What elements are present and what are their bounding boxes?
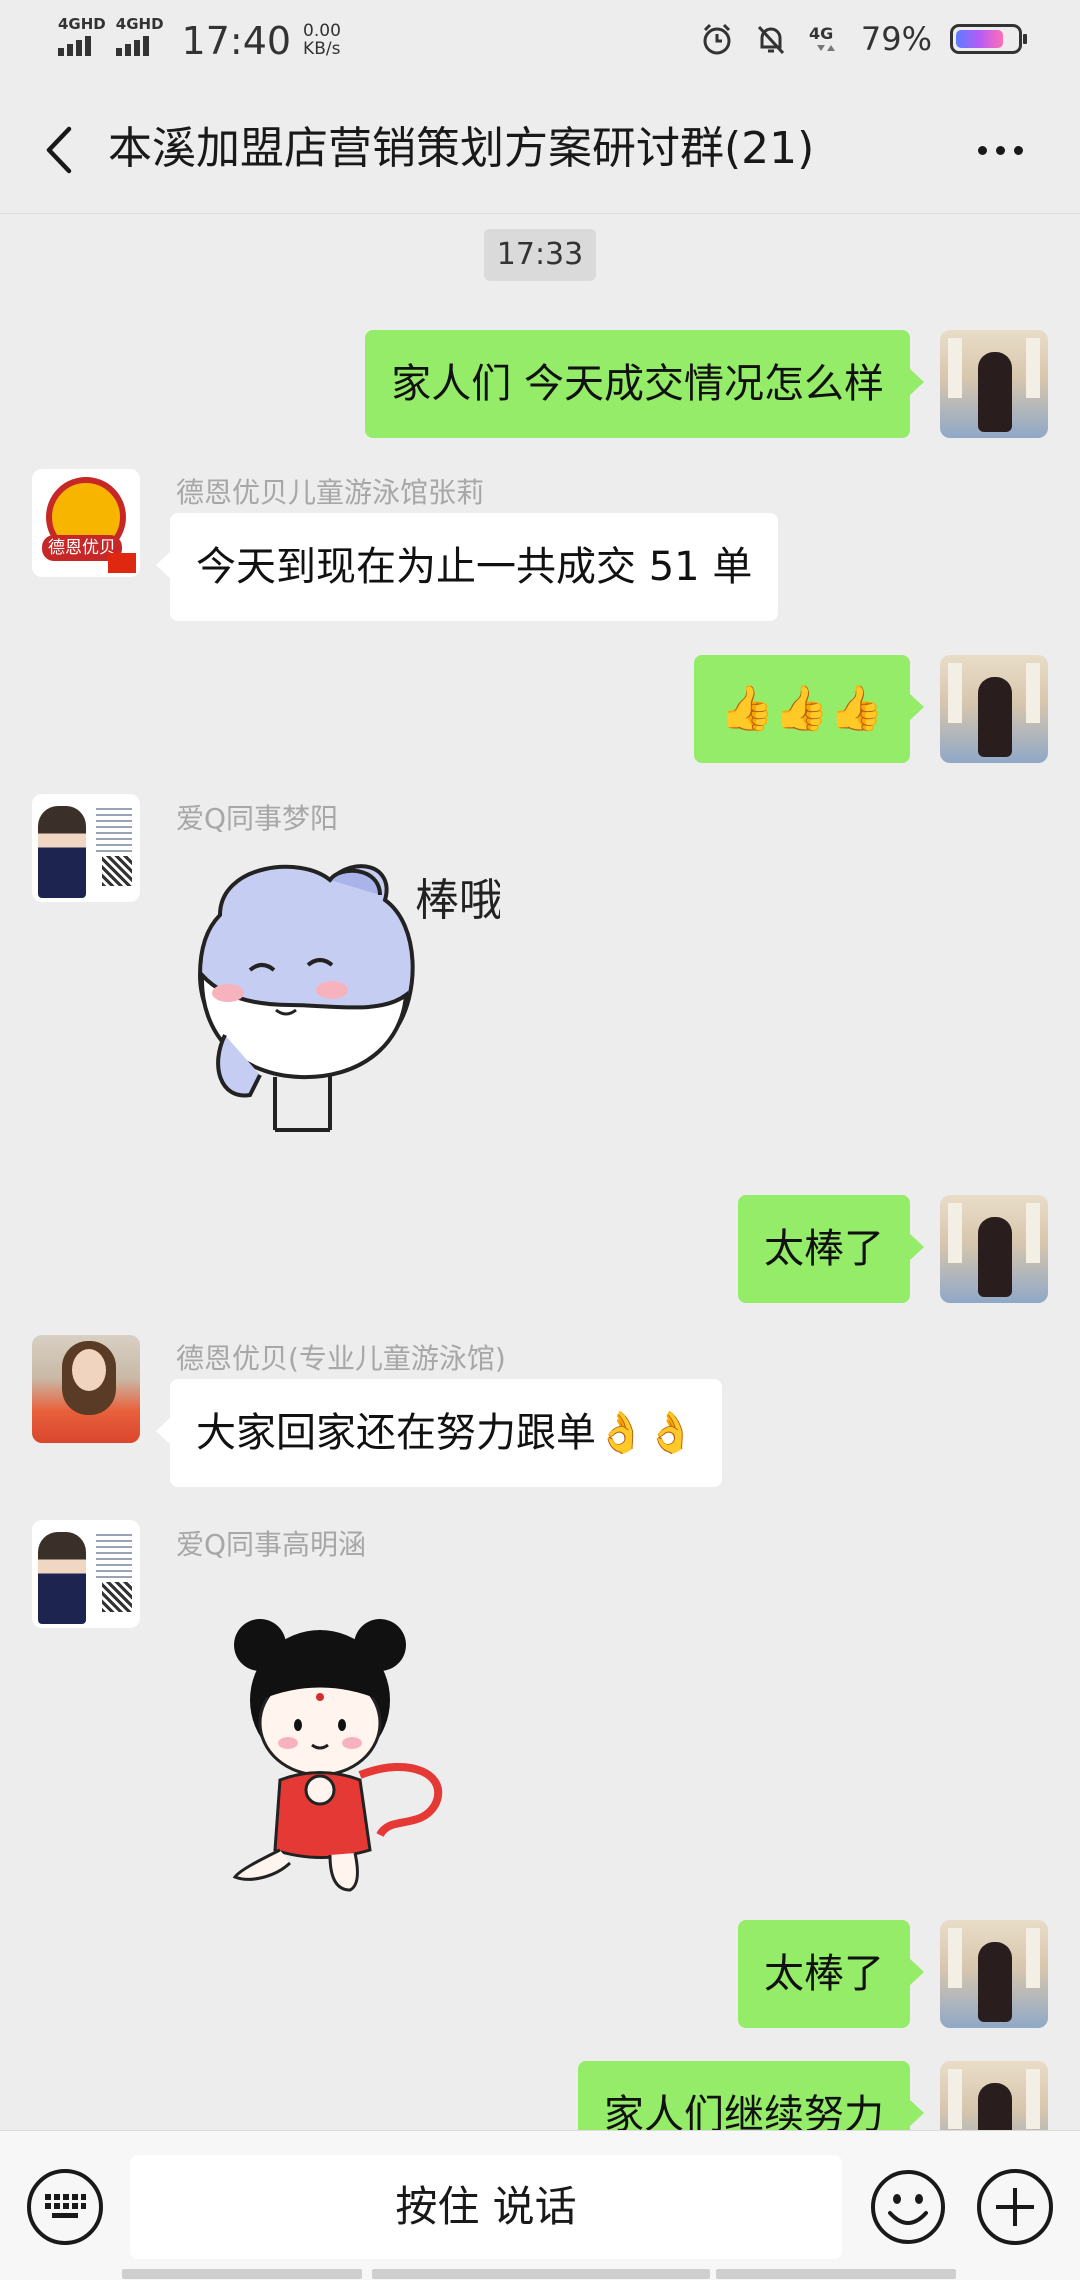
sender-name: 德恩优贝(专业儿童游泳馆) bbox=[176, 1342, 506, 1375]
sender-avatar[interactable] bbox=[32, 1335, 140, 1443]
outgoing-message-bubble[interactable]: 家人们 今天成交情况怎么样 bbox=[365, 330, 924, 438]
nav-indicator bbox=[122, 2269, 362, 2279]
keyboard-button[interactable] bbox=[27, 2169, 103, 2245]
incoming-message-bubble[interactable]: 今天到现在为止一共成交 51 单 bbox=[155, 513, 779, 621]
more-dot-icon bbox=[995, 145, 1005, 155]
status-right: 4G 79% bbox=[699, 20, 1027, 58]
self-avatar[interactable] bbox=[940, 655, 1048, 763]
sender-avatar[interactable] bbox=[32, 794, 140, 902]
signal-bars-icon bbox=[58, 34, 91, 56]
sim1-signal: 4GHD bbox=[58, 16, 106, 56]
sim2-label: 4GHD bbox=[115, 15, 164, 33]
bunny-sticker[interactable]: 棒哦~ bbox=[180, 845, 500, 1165]
self-avatar[interactable] bbox=[940, 330, 1048, 438]
mute-bell-icon bbox=[757, 25, 784, 55]
message-list[interactable]: 17:33 家人们 今天成交情况怎么样 德恩优贝 德恩优贝儿童游泳馆张莉 今天到… bbox=[0, 215, 1080, 2130]
input-bar: 按住 说话 bbox=[0, 2130, 1080, 2280]
network-4g-icon: 4G bbox=[809, 24, 835, 51]
sim1-label: 4GHD bbox=[58, 15, 106, 33]
chat-screen: 4GHD 4GHD 17:40 0.00 KB/s 4G 79% 本溪加盟店营销… bbox=[0, 0, 1080, 2280]
sender-name: 德恩优贝儿童游泳馆张莉 bbox=[176, 476, 485, 509]
chevron-left-icon bbox=[46, 126, 72, 174]
battery-fill bbox=[956, 30, 1004, 48]
outgoing-message-bubble[interactable]: 家人们继续努力 bbox=[578, 2061, 924, 2130]
sender-avatar[interactable] bbox=[32, 1520, 140, 1628]
smile-icon[interactable] bbox=[870, 2169, 946, 2245]
girl-sticker[interactable] bbox=[230, 1605, 480, 1895]
outgoing-message-bubble[interactable]: 太棒了 bbox=[738, 1920, 924, 2028]
incoming-message-bubble[interactable]: 大家回家还在努力跟单👌👌 bbox=[156, 1379, 722, 1487]
plus-button[interactable] bbox=[977, 2169, 1053, 2245]
status-bar: 4GHD 4GHD 17:40 0.00 KB/s 4G 79% bbox=[0, 0, 1080, 84]
self-avatar[interactable] bbox=[940, 2061, 1048, 2130]
keyboard-icon bbox=[45, 2194, 86, 2218]
more-dot-icon bbox=[1013, 145, 1023, 155]
flag-icon bbox=[108, 553, 136, 573]
sim2-signal: 4GHD bbox=[115, 15, 164, 56]
network-4g-text: 4G bbox=[809, 24, 833, 43]
hold-to-talk-button[interactable]: 按住 说话 bbox=[130, 2155, 842, 2259]
nav-indicator bbox=[716, 2269, 956, 2279]
self-avatar[interactable] bbox=[940, 1195, 1048, 1303]
battery-percent: 79% bbox=[860, 20, 932, 58]
network-speed: 0.00 KB/s bbox=[303, 22, 341, 58]
back-button[interactable] bbox=[28, 120, 88, 180]
signal-bars-icon bbox=[115, 34, 149, 56]
page-title: 本溪加盟店营销策划方案研讨群(21) bbox=[108, 123, 815, 174]
sticker-text: 棒哦~ bbox=[415, 875, 500, 926]
alarm-icon bbox=[703, 23, 731, 55]
network-speed-value: 0.00 bbox=[303, 21, 341, 41]
more-dot-icon bbox=[977, 145, 987, 155]
sender-avatar[interactable]: 德恩优贝 bbox=[32, 469, 140, 577]
more-button[interactable] bbox=[960, 120, 1040, 180]
self-avatar[interactable] bbox=[940, 1920, 1048, 2028]
outgoing-message-bubble[interactable]: 太棒了 bbox=[738, 1195, 924, 1303]
outgoing-message-bubble[interactable]: 👍👍👍 bbox=[693, 655, 925, 763]
status-time: 17:40 bbox=[181, 19, 292, 63]
sender-name: 爱Q同事高明涵 bbox=[176, 1528, 367, 1561]
nav-indicator bbox=[372, 2269, 710, 2279]
sender-name: 爱Q同事梦阳 bbox=[176, 802, 339, 835]
battery-icon bbox=[950, 24, 1027, 54]
chat-header: 本溪加盟店营销策划方案研讨群(21) bbox=[0, 84, 1080, 214]
message-timestamp: 17:33 bbox=[484, 229, 596, 281]
network-speed-unit: KB/s bbox=[303, 39, 341, 59]
status-left: 4GHD 4GHD 17:40 0.00 KB/s bbox=[58, 16, 341, 66]
